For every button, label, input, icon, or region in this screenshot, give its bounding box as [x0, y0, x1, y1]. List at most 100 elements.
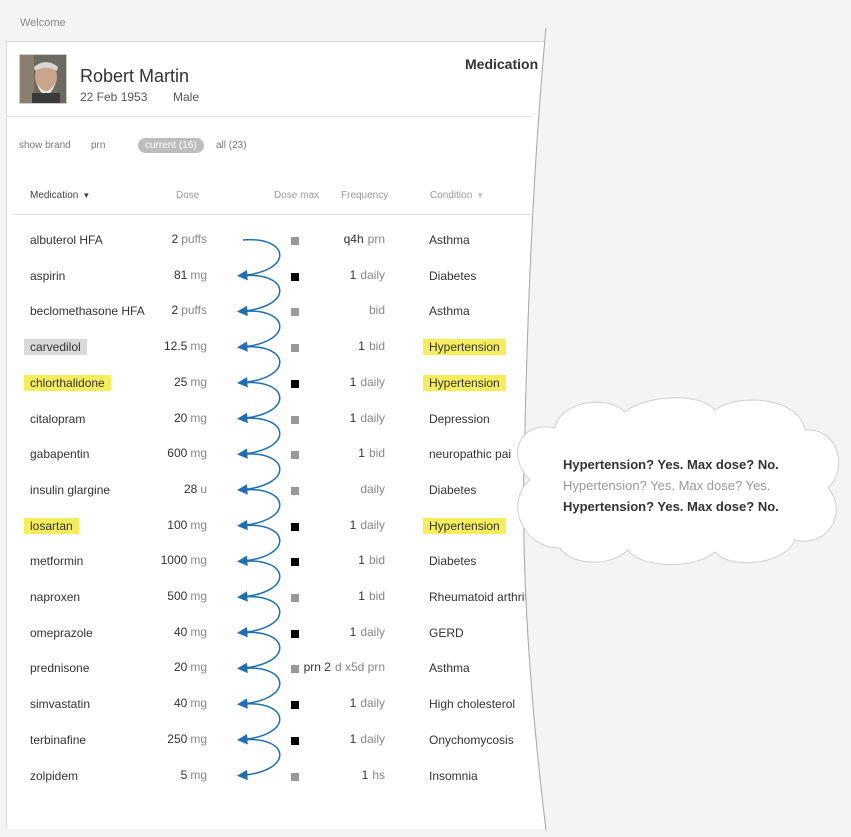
condition: High cholesterol — [429, 697, 516, 712]
frequency-unit: bid — [368, 303, 385, 318]
column-header-frequency[interactable]: Frequency — [341, 190, 388, 201]
frequency-unit: bid — [368, 553, 385, 568]
table-row[interactable]: zolpidem 5 mg 1 hs Insomnia — [7, 759, 547, 793]
frequency-number: 1 — [358, 339, 365, 354]
column-header-dose[interactable]: Dose — [176, 190, 199, 201]
column-header-dose-max[interactable]: Dose max — [274, 190, 319, 201]
dose: 2 puffs — [172, 232, 208, 246]
dose: 40 mg — [174, 625, 207, 639]
dose-value: 81 — [173, 267, 188, 282]
medication-name[interactable]: prednisone — [24, 660, 95, 676]
table-row[interactable]: losartan 100 mg 1 daily Hypertension — [7, 509, 547, 543]
dose-unit: mg — [190, 374, 207, 389]
cloud-line-1: Hypertension? Yes. Max dose? No. — [563, 457, 779, 472]
table-row[interactable]: simvastatin 40 mg 1 daily High cholesterol — [7, 687, 547, 721]
frequency-number: 1 — [358, 553, 365, 568]
dose-max-indicator — [291, 701, 299, 710]
filter-show-brand[interactable]: show brand — [19, 140, 71, 151]
medication-name[interactable]: albuterol HFA — [24, 232, 109, 248]
condition: Diabetes — [429, 482, 477, 497]
condition: neuropathic pai — [429, 447, 512, 462]
column-header-condition[interactable]: Condition ▼ — [430, 190, 484, 201]
cloud-line-3: Hypertension? Yes. Max dose? No. — [563, 499, 779, 514]
frequency-unit: bid — [368, 589, 385, 603]
table-row[interactable]: albuterol HFA 2 puffs q4h prn Asthma — [7, 223, 547, 257]
frequency-unit: daily — [360, 696, 385, 711]
frequency-unit: daily — [360, 481, 385, 496]
frequency-number: q4h — [343, 232, 364, 246]
frequency-number: 1 — [361, 767, 369, 782]
filter-prn[interactable]: prn — [91, 140, 105, 151]
medication-name[interactable]: citalopram — [24, 411, 91, 427]
frequency-number: 1 — [349, 374, 357, 389]
dose-max-indicator — [291, 629, 299, 638]
medication-name[interactable]: metformin — [24, 553, 89, 569]
frequency-unit: prn — [367, 232, 385, 246]
patient-dob: 22 Feb 1953 — [80, 90, 148, 104]
frequency: 1 daily — [350, 411, 385, 425]
frequency-unit: daily — [360, 410, 385, 425]
filter-all[interactable]: all (23) — [216, 140, 247, 151]
frequency: 1 bid — [358, 589, 385, 603]
dose-value: 1000 — [160, 553, 188, 568]
frequency-number: prn 2 — [303, 660, 331, 675]
column-header-medication[interactable]: Medication ▼ — [30, 190, 90, 201]
dose-value: 28 — [183, 481, 198, 496]
table-row[interactable]: chlorthalidone 25 mg 1 daily Hypertension — [7, 366, 547, 400]
dose-value: 5 — [180, 767, 188, 782]
medication-name[interactable]: losartan — [24, 517, 79, 534]
medication-name[interactable]: simvastatin — [24, 696, 96, 712]
medication-name[interactable]: zolpidem — [24, 768, 84, 784]
table-row[interactable]: naproxen 500 mg 1 bid Rheumatoid arthritis — [7, 580, 547, 614]
frequency-number: 1 — [349, 731, 357, 746]
frequency-unit: daily — [360, 517, 385, 532]
dose-value: 25 — [173, 374, 188, 389]
dose-max-indicator — [291, 237, 299, 245]
medication-name[interactable]: beclomethasone HFA — [24, 303, 151, 319]
table-row[interactable]: insulin glargine 28 u daily Diabetes — [7, 473, 547, 507]
table-row[interactable]: aspirin 81 mg 1 daily Diabetes — [7, 259, 547, 293]
dose-max-indicator — [291, 594, 299, 602]
table-row[interactable]: metformin 1000 mg 1 bid Diabetes — [7, 544, 547, 578]
medication-name[interactable]: naproxen — [24, 589, 86, 605]
medication-name[interactable]: terbinafine — [24, 732, 92, 748]
table-row[interactable]: omeprazole 40 mg 1 daily GERD — [7, 616, 547, 650]
dose: 5 mg — [181, 768, 207, 782]
dose-unit: mg — [190, 696, 207, 711]
table-row[interactable]: gabapentin 600 mg 1 bid neuropathic pai — [7, 437, 547, 471]
table-row[interactable]: beclomethasone HFA 2 puffs bid Asthma — [7, 294, 547, 328]
avatar — [19, 54, 67, 104]
dose: 20 mg — [174, 660, 207, 674]
frequency-number: 1 — [358, 446, 365, 461]
dose-max-indicator — [291, 308, 299, 317]
dose-value: 40 — [173, 696, 188, 711]
table-row[interactable]: prednisone 20 mg prn 2d x5d prn Asthma — [7, 651, 547, 685]
medication-name[interactable]: aspirin — [24, 268, 71, 284]
frequency-number: 1 — [358, 589, 365, 603]
dose-value: 20 — [173, 660, 188, 675]
frequency-unit: daily — [360, 731, 385, 746]
table-row[interactable]: carvedilol 12.5 mg 1 bid Hypertension — [7, 330, 547, 364]
cloud-line-2: Hypertension? Yes. Max dose? Yes. — [563, 478, 771, 493]
medication-name[interactable]: insulin glargine — [24, 482, 116, 498]
medication-name[interactable]: chlorthalidone — [24, 374, 111, 391]
frequency: daily — [356, 482, 385, 496]
dose-unit: mg — [190, 267, 207, 282]
dose-unit: mg — [190, 553, 207, 568]
table-row[interactable]: terbinafine 250 mg 1 daily Onychomycosis — [7, 723, 547, 757]
medication-name[interactable]: carvedilol — [24, 339, 87, 356]
filter-current[interactable]: current (16) — [138, 138, 204, 153]
medication-name[interactable]: omeprazole — [24, 625, 99, 641]
frequency: prn 2d x5d prn — [304, 660, 385, 674]
dose: 20 mg — [174, 411, 207, 425]
medication-name[interactable]: gabapentin — [24, 446, 95, 462]
dose-unit: mg — [190, 660, 207, 675]
dose-unit: mg — [190, 410, 207, 425]
condition: Rheumatoid arthritis — [429, 590, 537, 604]
table-row[interactable]: citalopram 20 mg 1 daily Depression — [7, 402, 547, 436]
condition: Hypertension — [423, 374, 506, 391]
dose-value: 500 — [167, 589, 188, 603]
dose: 2 puffs — [172, 303, 208, 317]
condition: Asthma — [429, 304, 470, 319]
frequency-unit: daily — [360, 374, 385, 389]
